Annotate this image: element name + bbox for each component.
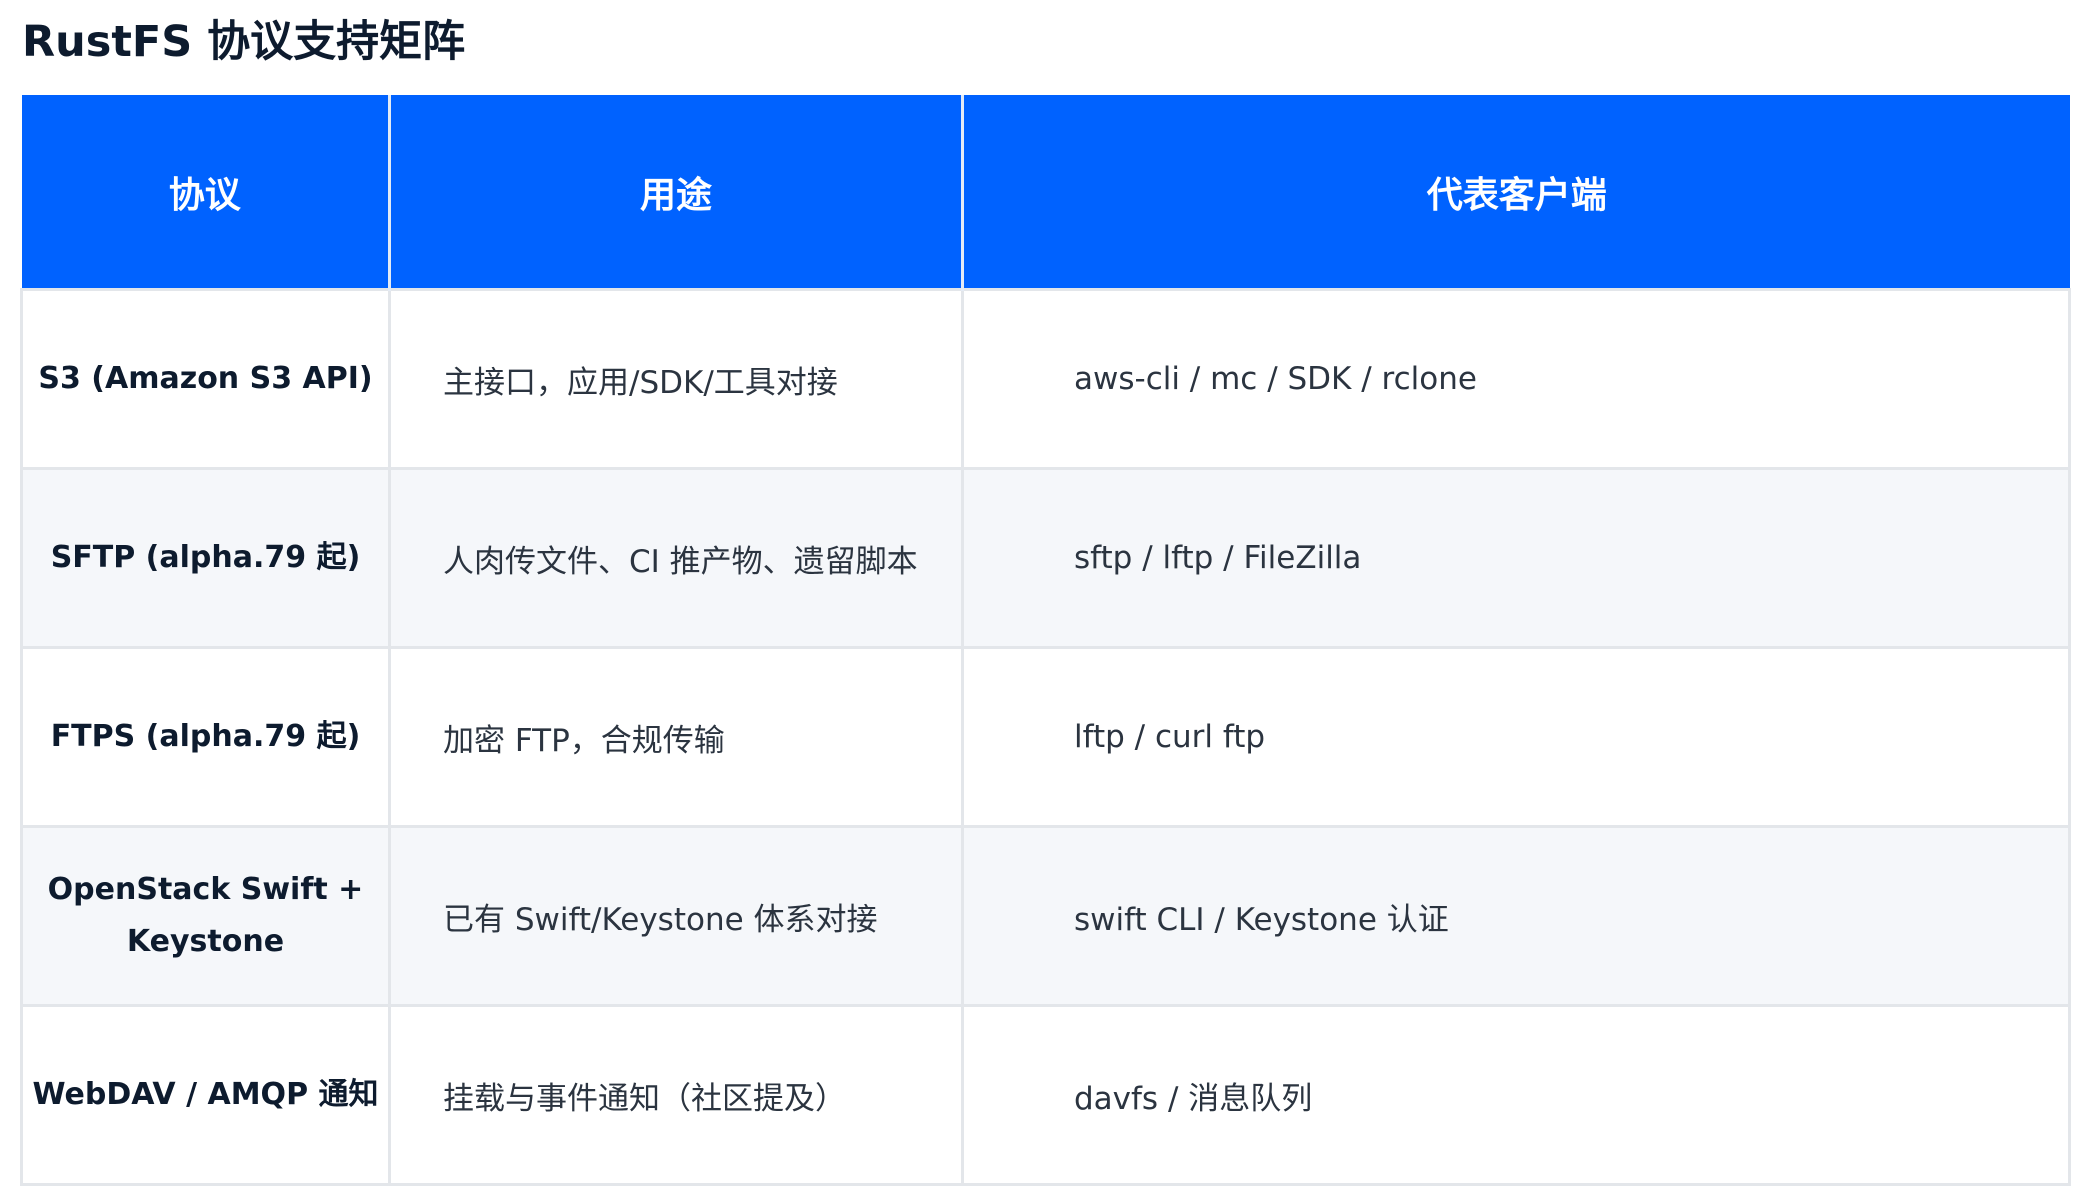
table-body: S3 (Amazon S3 API) 主接口，应用/SDK/工具对接 aws-c… — [20, 288, 2071, 1186]
usage-cell: 主接口，应用/SDK/工具对接 — [388, 288, 964, 470]
header-protocol: 协议 — [21, 95, 391, 290]
table-header: 协议 用途 代表客户端 — [21, 95, 2070, 290]
header-row: 协议 用途 代表客户端 — [21, 95, 2070, 290]
protocol-cell: S3 (Amazon S3 API) — [20, 288, 391, 470]
clients-cell: sftp / lftp / FileZilla — [961, 467, 2071, 649]
table-row: S3 (Amazon S3 API) 主接口，应用/SDK/工具对接 aws-c… — [20, 288, 2071, 470]
usage-cell: 加密 FTP，合规传输 — [388, 646, 964, 828]
clients-cell: aws-cli / mc / SDK / rclone — [961, 288, 2071, 470]
table-row: SFTP (alpha.79 起) 人肉传文件、CI 推产物、遗留脚本 sftp… — [20, 467, 2071, 649]
usage-cell: 人肉传文件、CI 推产物、遗留脚本 — [388, 467, 964, 649]
page-title: RustFS 协议支持矩阵 — [22, 17, 466, 67]
protocol-cell: FTPS (alpha.79 起) — [20, 646, 391, 828]
table-row: OpenStack Swift + Keystone 已有 Swift/Keys… — [20, 825, 2071, 1007]
protocol-cell: SFTP (alpha.79 起) — [20, 467, 391, 649]
table-row: WebDAV / AMQP 通知 挂载与事件通知（社区提及） davfs / 消… — [20, 1004, 2071, 1186]
protocol-cell: WebDAV / AMQP 通知 — [20, 1004, 391, 1186]
clients-cell: swift CLI / Keystone 认证 — [961, 825, 2071, 1007]
protocol-matrix-table: 协议 用途 代表客户端 S3 (Amazon S3 API) 主接口，应用/SD… — [20, 95, 2071, 1186]
header-usage: 用途 — [389, 95, 964, 290]
usage-cell: 挂载与事件通知（社区提及） — [388, 1004, 964, 1186]
clients-cell: davfs / 消息队列 — [961, 1004, 2071, 1186]
usage-cell: 已有 Swift/Keystone 体系对接 — [388, 825, 964, 1007]
clients-cell: lftp / curl ftp — [961, 646, 2071, 828]
table-row: FTPS (alpha.79 起) 加密 FTP，合规传输 lftp / cur… — [20, 646, 2071, 828]
header-clients: 代表客户端 — [962, 95, 2070, 290]
protocol-cell: OpenStack Swift + Keystone — [20, 825, 391, 1007]
